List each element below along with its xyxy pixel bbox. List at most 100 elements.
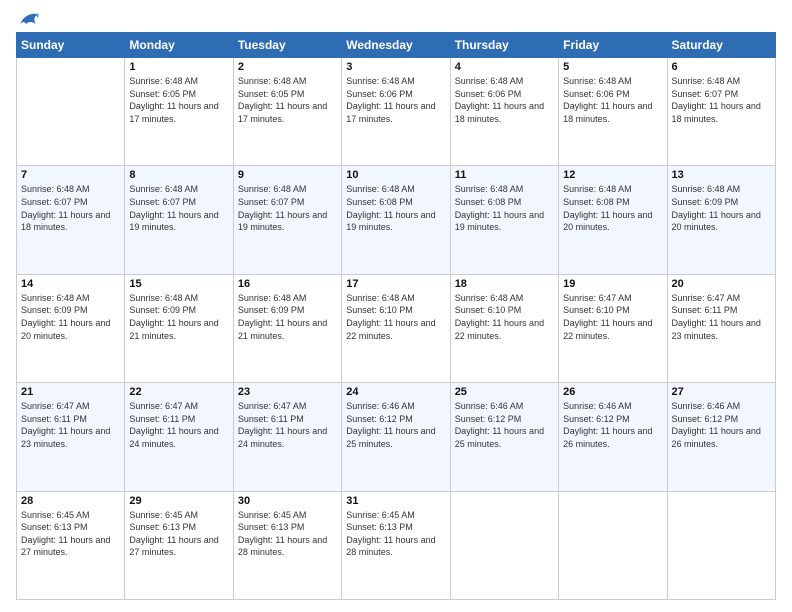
calendar-table: SundayMondayTuesdayWednesdayThursdayFrid…	[16, 32, 776, 600]
weekday-header-saturday: Saturday	[667, 33, 775, 58]
day-cell: 25 Sunrise: 6:46 AMSunset: 6:12 PMDayligh…	[450, 383, 558, 491]
day-number: 15	[129, 278, 228, 290]
week-row-3: 21 Sunrise: 6:47 AMSunset: 6:11 PMDayligh…	[17, 383, 776, 491]
day-number: 24	[346, 386, 445, 398]
week-row-1: 7 Sunrise: 6:48 AMSunset: 6:07 PMDaylight…	[17, 166, 776, 274]
day-info: Sunrise: 6:48 AMSunset: 6:08 PMDaylight:…	[563, 183, 662, 233]
day-info: Sunrise: 6:47 AMSunset: 6:11 PMDaylight:…	[21, 400, 120, 450]
weekday-header-sunday: Sunday	[17, 33, 125, 58]
day-cell: 16Sunrise: 6:48 AMSunset: 6:09 PMDayligh…	[233, 274, 341, 382]
day-number: 6	[672, 61, 771, 73]
day-number: 19	[563, 278, 662, 290]
day-number: 10	[346, 169, 445, 181]
day-cell: 6 Sunrise: 6:48 AMSunset: 6:07 PMDaylight…	[667, 58, 775, 166]
day-cell: 9Sunrise: 6:48 AMSunset: 6:07 PMDaylight…	[233, 166, 341, 274]
day-cell: 23 Sunrise: 6:47 AMSunset: 6:11 PMDayligh…	[233, 383, 341, 491]
day-info: Sunrise: 6:48 AMSunset: 6:07 PMDaylight:…	[21, 183, 120, 233]
day-cell: 12Sunrise: 6:48 AMSunset: 6:08 PMDayligh…	[559, 166, 667, 274]
day-number: 18	[455, 278, 554, 290]
day-number: 30	[238, 495, 337, 507]
day-number: 20	[672, 278, 771, 290]
day-info: Sunrise: 6:47 AMSunset: 6:11 PMDaylight:…	[129, 400, 228, 450]
day-cell: 14Sunrise: 6:48 AMSunset: 6:09 PMDayligh…	[17, 274, 125, 382]
logo	[16, 12, 40, 24]
day-number: 5	[563, 61, 662, 73]
day-cell: 11 Sunrise: 6:48 AMSunset: 6:08 PMDayligh…	[450, 166, 558, 274]
day-info: Sunrise: 6:48 AMSunset: 6:06 PMDaylight:…	[346, 75, 445, 125]
day-cell: 28 Sunrise: 6:45 AMSunset: 6:13 PMDayligh…	[17, 491, 125, 599]
day-number: 7	[21, 169, 120, 181]
day-info: Sunrise: 6:48 AMSunset: 6:07 PMDaylight:…	[129, 183, 228, 233]
day-number: 4	[455, 61, 554, 73]
weekday-header-monday: Monday	[125, 33, 233, 58]
day-info: Sunrise: 6:46 AMSunset: 6:12 PMDaylight:…	[455, 400, 554, 450]
day-info: Sunrise: 6:48 AMSunset: 6:09 PMDaylight:…	[21, 292, 120, 342]
day-info: Sunrise: 6:48 AMSunset: 6:09 PMDaylight:…	[238, 292, 337, 342]
day-number: 17	[346, 278, 445, 290]
day-number: 22	[129, 386, 228, 398]
day-cell: 13Sunrise: 6:48 AMSunset: 6:09 PMDayligh…	[667, 166, 775, 274]
day-number: 25	[455, 386, 554, 398]
day-number: 13	[672, 169, 771, 181]
weekday-header-friday: Friday	[559, 33, 667, 58]
weekday-header-row: SundayMondayTuesdayWednesdayThursdayFrid…	[17, 33, 776, 58]
day-cell: 19 Sunrise: 6:47 AMSunset: 6:10 PMDayligh…	[559, 274, 667, 382]
weekday-header-tuesday: Tuesday	[233, 33, 341, 58]
day-cell: 5Sunrise: 6:48 AMSunset: 6:06 PMDaylight…	[559, 58, 667, 166]
header	[16, 12, 776, 24]
day-number: 21	[21, 386, 120, 398]
day-cell: 31 Sunrise: 6:45 AMSunset: 6:13 PMDayligh…	[342, 491, 450, 599]
weekday-header-wednesday: Wednesday	[342, 33, 450, 58]
day-number: 31	[346, 495, 445, 507]
day-info: Sunrise: 6:47 AMSunset: 6:11 PMDaylight:…	[238, 400, 337, 450]
day-cell: 1Sunrise: 6:48 AMSunset: 6:05 PMDaylight…	[125, 58, 233, 166]
day-cell: 21 Sunrise: 6:47 AMSunset: 6:11 PMDayligh…	[17, 383, 125, 491]
day-cell: 17Sunrise: 6:48 AMSunset: 6:10 PMDayligh…	[342, 274, 450, 382]
day-info: Sunrise: 6:45 AMSunset: 6:13 PMDaylight:…	[238, 509, 337, 559]
day-info: Sunrise: 6:47 AMSunset: 6:10 PMDaylight:…	[563, 292, 662, 342]
day-info: Sunrise: 6:48 AMSunset: 6:08 PMDaylight:…	[346, 183, 445, 233]
page: SundayMondayTuesdayWednesdayThursdayFrid…	[0, 0, 792, 612]
day-number: 11	[455, 169, 554, 181]
day-cell: 22 Sunrise: 6:47 AMSunset: 6:11 PMDayligh…	[125, 383, 233, 491]
day-cell: 26 Sunrise: 6:46 AMSunset: 6:12 PMDayligh…	[559, 383, 667, 491]
day-info: Sunrise: 6:46 AMSunset: 6:12 PMDaylight:…	[346, 400, 445, 450]
day-number: 28	[21, 495, 120, 507]
day-number: 23	[238, 386, 337, 398]
day-info: Sunrise: 6:48 AMSunset: 6:07 PMDaylight:…	[238, 183, 337, 233]
day-info: Sunrise: 6:45 AMSunset: 6:13 PMDaylight:…	[129, 509, 228, 559]
logo-bird-icon	[18, 10, 40, 28]
day-info: Sunrise: 6:46 AMSunset: 6:12 PMDaylight:…	[563, 400, 662, 450]
day-info: Sunrise: 6:48 AMSunset: 6:09 PMDaylight:…	[129, 292, 228, 342]
day-cell: 10 Sunrise: 6:48 AMSunset: 6:08 PMDayligh…	[342, 166, 450, 274]
day-cell	[667, 491, 775, 599]
weekday-header-thursday: Thursday	[450, 33, 558, 58]
week-row-4: 28 Sunrise: 6:45 AMSunset: 6:13 PMDayligh…	[17, 491, 776, 599]
day-info: Sunrise: 6:46 AMSunset: 6:12 PMDaylight:…	[672, 400, 771, 450]
day-info: Sunrise: 6:48 AMSunset: 6:08 PMDaylight:…	[455, 183, 554, 233]
day-cell: 4 Sunrise: 6:48 AMSunset: 6:06 PMDaylight…	[450, 58, 558, 166]
day-number: 29	[129, 495, 228, 507]
day-cell: 20Sunrise: 6:47 AMSunset: 6:11 PMDayligh…	[667, 274, 775, 382]
day-cell: 18 Sunrise: 6:48 AMSunset: 6:10 PMDayligh…	[450, 274, 558, 382]
week-row-2: 14Sunrise: 6:48 AMSunset: 6:09 PMDayligh…	[17, 274, 776, 382]
day-cell: 2Sunrise: 6:48 AMSunset: 6:05 PMDaylight…	[233, 58, 341, 166]
day-cell: 3Sunrise: 6:48 AMSunset: 6:06 PMDaylight…	[342, 58, 450, 166]
day-number: 27	[672, 386, 771, 398]
day-number: 2	[238, 61, 337, 73]
day-cell	[17, 58, 125, 166]
day-cell: 27 Sunrise: 6:46 AMSunset: 6:12 PMDayligh…	[667, 383, 775, 491]
day-info: Sunrise: 6:45 AMSunset: 6:13 PMDaylight:…	[21, 509, 120, 559]
day-cell: 8 Sunrise: 6:48 AMSunset: 6:07 PMDaylight…	[125, 166, 233, 274]
day-cell: 30 Sunrise: 6:45 AMSunset: 6:13 PMDayligh…	[233, 491, 341, 599]
day-info: Sunrise: 6:48 AMSunset: 6:06 PMDaylight:…	[455, 75, 554, 125]
day-info: Sunrise: 6:45 AMSunset: 6:13 PMDaylight:…	[346, 509, 445, 559]
day-cell	[450, 491, 558, 599]
day-info: Sunrise: 6:48 AMSunset: 6:10 PMDaylight:…	[455, 292, 554, 342]
day-number: 8	[129, 169, 228, 181]
day-info: Sunrise: 6:48 AMSunset: 6:07 PMDaylight:…	[672, 75, 771, 125]
day-cell	[559, 491, 667, 599]
day-cell: 29 Sunrise: 6:45 AMSunset: 6:13 PMDayligh…	[125, 491, 233, 599]
day-info: Sunrise: 6:48 AMSunset: 6:05 PMDaylight:…	[129, 75, 228, 125]
day-number: 26	[563, 386, 662, 398]
